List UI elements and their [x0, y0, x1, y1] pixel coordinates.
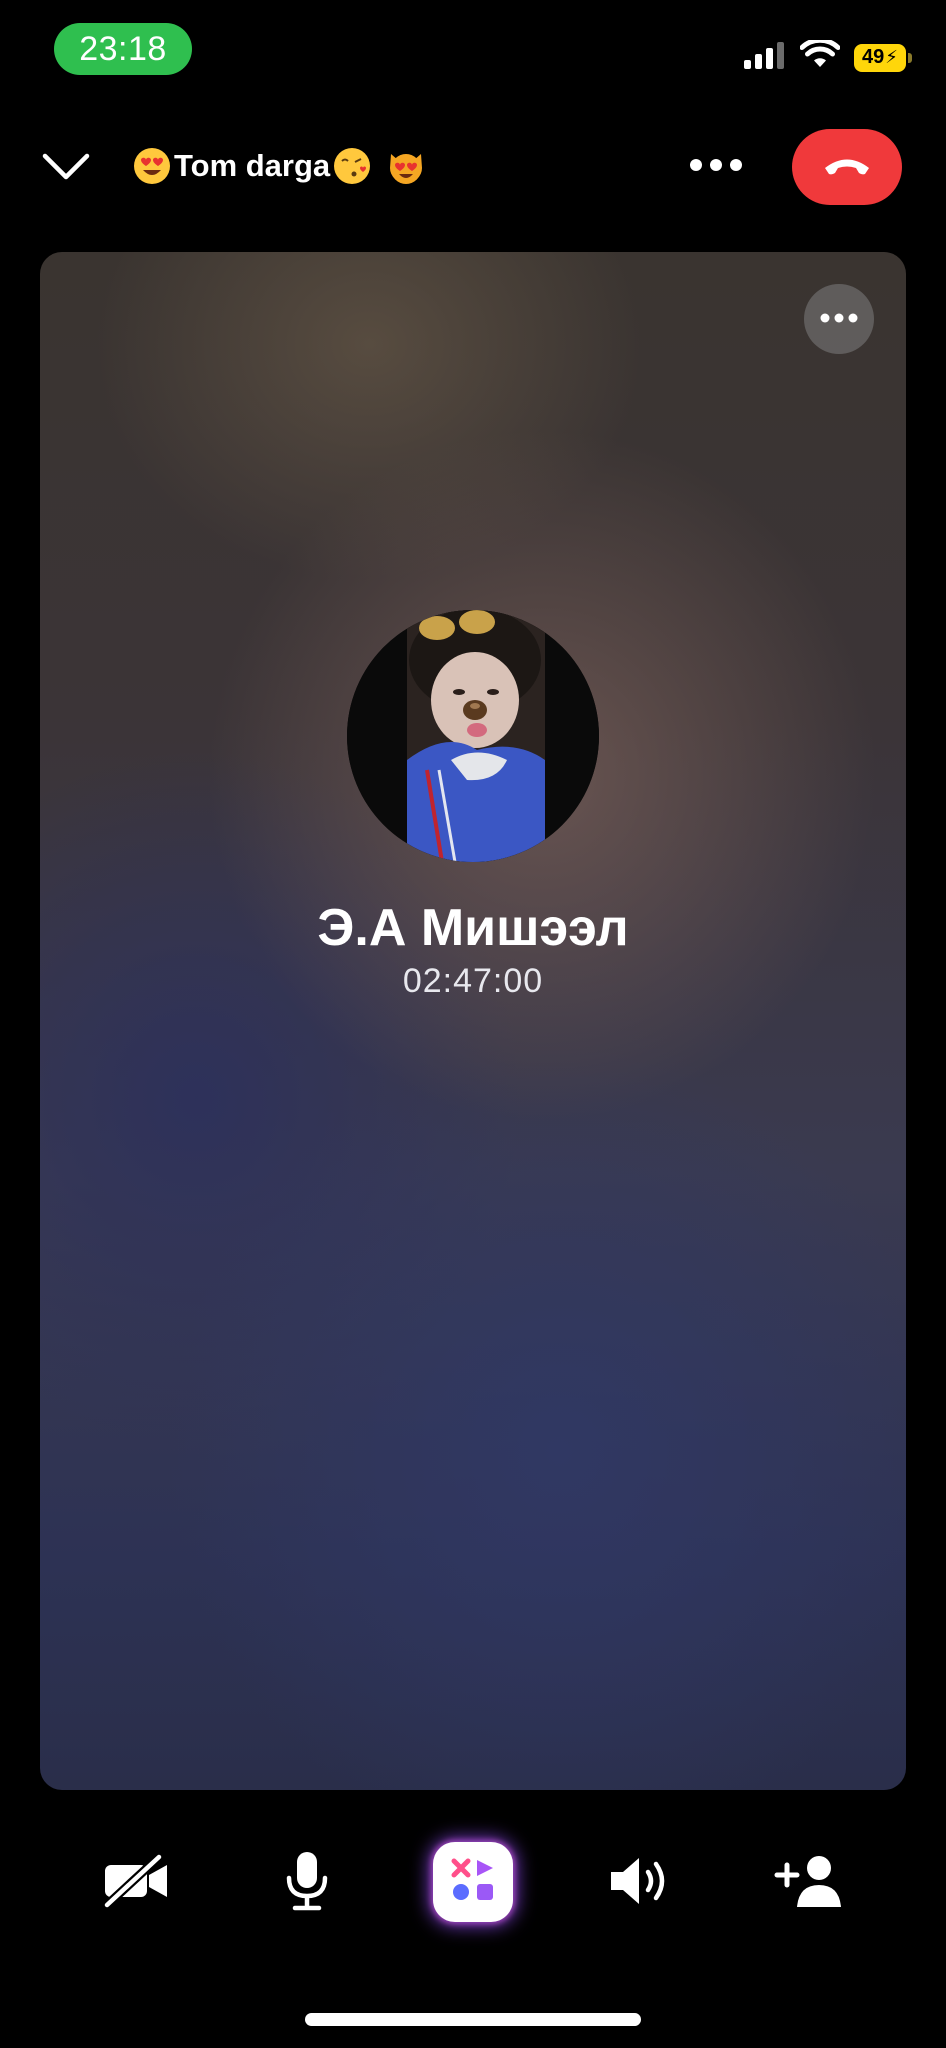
end-call-button[interactable] — [792, 129, 902, 205]
call-more-button[interactable] — [684, 147, 748, 187]
heart-eyes-cat-emoji-icon — [386, 146, 426, 186]
group-title[interactable]: Tom darga — [132, 146, 426, 186]
participant-more-button[interactable] — [804, 284, 874, 354]
group-title-text: Tom darga — [174, 148, 331, 183]
caller-name: Э.А Мишээл — [317, 899, 629, 957]
wifi-icon — [799, 37, 841, 75]
video-call-panel: Э.А Мишээл 02:47:00 — [40, 252, 906, 1790]
effects-apps-icon — [450, 1857, 496, 1908]
add-person-button[interactable] — [765, 1838, 855, 1928]
add-person-icon — [773, 1853, 847, 1914]
phone-hangup-icon — [822, 153, 872, 182]
chevron-down-icon — [42, 152, 90, 187]
more-horizontal-icon — [820, 310, 858, 328]
home-indicator[interactable] — [305, 2013, 641, 2026]
speaker-volume-icon — [607, 1853, 673, 1914]
battery-level: 49 — [862, 46, 885, 68]
battery-icon: 49 ⚡ — [854, 43, 912, 72]
microphone-button[interactable] — [262, 1838, 352, 1928]
charging-bolt-icon: ⚡ — [885, 47, 898, 67]
status-icons: 49 ⚡ — [744, 37, 912, 75]
caller-avatar-photo — [347, 610, 599, 862]
caller-avatar — [347, 610, 599, 862]
call-header: Tom darga — [0, 125, 946, 209]
heart-eyes-emoji-icon — [132, 146, 172, 186]
status-time: 23:18 — [54, 23, 192, 75]
more-horizontal-icon — [689, 158, 743, 177]
cellular-signal-icon — [744, 41, 786, 74]
microphone-icon — [283, 1850, 331, 1917]
video-off-icon — [101, 1852, 171, 1914]
minimize-call-button[interactable] — [40, 143, 92, 195]
speaker-button[interactable] — [595, 1838, 685, 1928]
kissing-face-emoji-icon — [332, 146, 372, 186]
effects-button[interactable] — [433, 1842, 513, 1922]
call-duration: 02:47:00 — [402, 962, 544, 1000]
camera-toggle-button[interactable] — [91, 1838, 181, 1928]
